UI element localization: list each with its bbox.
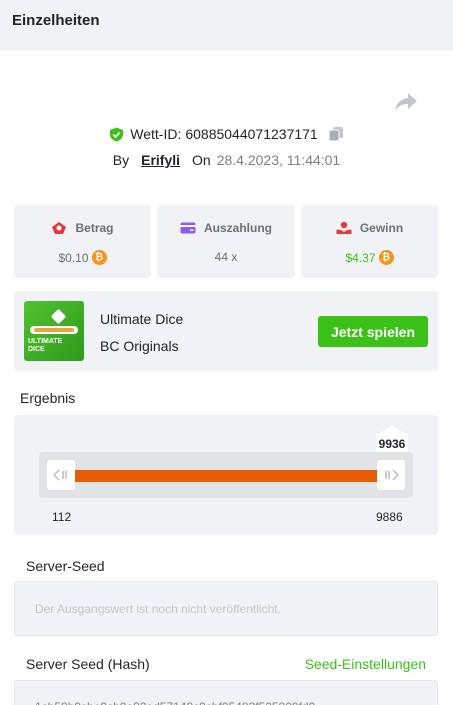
game-name: Ultimate Dice xyxy=(100,311,184,327)
server-hash-label: Server Seed (Hash) xyxy=(26,656,150,672)
user-link[interactable]: Erifyli xyxy=(141,152,180,168)
stat-profit: Gewinn $4.37 ₿ xyxy=(301,205,438,278)
stat-label: Gewinn xyxy=(359,221,404,235)
wallet-icon xyxy=(180,222,196,234)
stat-value: $0.10 xyxy=(58,250,89,265)
verified-shield-icon xyxy=(110,127,124,141)
stat-payout: Auszahlung 44 x xyxy=(157,205,295,278)
game-thumbnail-text: ULTIMATE DICE xyxy=(28,338,63,353)
stat-label: Auszahlung xyxy=(204,221,272,235)
bet-id-label: Wett-ID: xyxy=(130,126,182,142)
page-title: Einzelheiten xyxy=(12,12,100,29)
bet-meta-row: By Erifyli On 28.4.2023, 11:44:01 xyxy=(0,150,453,170)
bet-amount-icon xyxy=(52,222,67,234)
server-seed-field: Der Ausgangswert ist noch nicht veröffen… xyxy=(14,581,438,636)
server-seed-label: Server-Seed xyxy=(26,558,105,574)
page-header: Einzelheiten xyxy=(0,0,453,50)
server-hash-field[interactable]: 1cb58b9cbe9cb9e82ed57148c9cbf95483f52580… xyxy=(14,680,438,705)
play-now-button[interactable]: Jetzt spielen xyxy=(318,316,428,347)
result-panel: 9936 112 9886 xyxy=(14,415,438,535)
profit-icon xyxy=(336,221,352,234)
stat-label: Betrag xyxy=(75,221,114,235)
game-provider: BC Originals xyxy=(100,338,179,354)
copy-icon[interactable] xyxy=(328,126,344,142)
bet-id-value: 60885044071237171 xyxy=(185,126,318,142)
range-start-handle xyxy=(47,460,75,490)
range-low-value: 112 xyxy=(52,510,72,524)
result-range-fill xyxy=(75,470,377,482)
game-card: ULTIMATE DICE Ultimate Dice BC Originals… xyxy=(14,291,438,371)
on-label: On xyxy=(192,152,211,168)
bet-date: 28.4.2023, 11:44:01 xyxy=(216,152,341,168)
bitcoin-icon: ₿ xyxy=(91,250,107,265)
stat-bet-amount: Betrag $0.10 ₿ xyxy=(14,205,151,278)
bet-id-row: Wett-ID: 60885044071237171 xyxy=(0,124,453,144)
stat-value: 44 x xyxy=(214,250,238,264)
server-hash-value: 1cb58b9cbe9cb9e82ed57148c9cbf95483f52580… xyxy=(35,700,315,705)
game-thumbnail[interactable]: ULTIMATE DICE xyxy=(24,301,84,361)
range-end-handle xyxy=(377,460,405,490)
range-high-value: 9886 xyxy=(376,510,403,524)
result-range-track xyxy=(39,452,413,498)
seed-settings-link[interactable]: Seed-Einstellungen xyxy=(305,656,426,672)
share-icon[interactable] xyxy=(394,92,418,112)
by-label: By xyxy=(112,152,130,168)
result-label: Ergebnis xyxy=(20,390,76,406)
chevron-left-icon xyxy=(53,469,67,481)
chevron-right-icon xyxy=(385,469,399,481)
stat-value: $4.37 xyxy=(345,250,376,265)
server-seed-placeholder: Der Ausgangswert ist noch nicht veröffen… xyxy=(35,602,281,616)
bitcoin-icon: ₿ xyxy=(378,250,394,265)
